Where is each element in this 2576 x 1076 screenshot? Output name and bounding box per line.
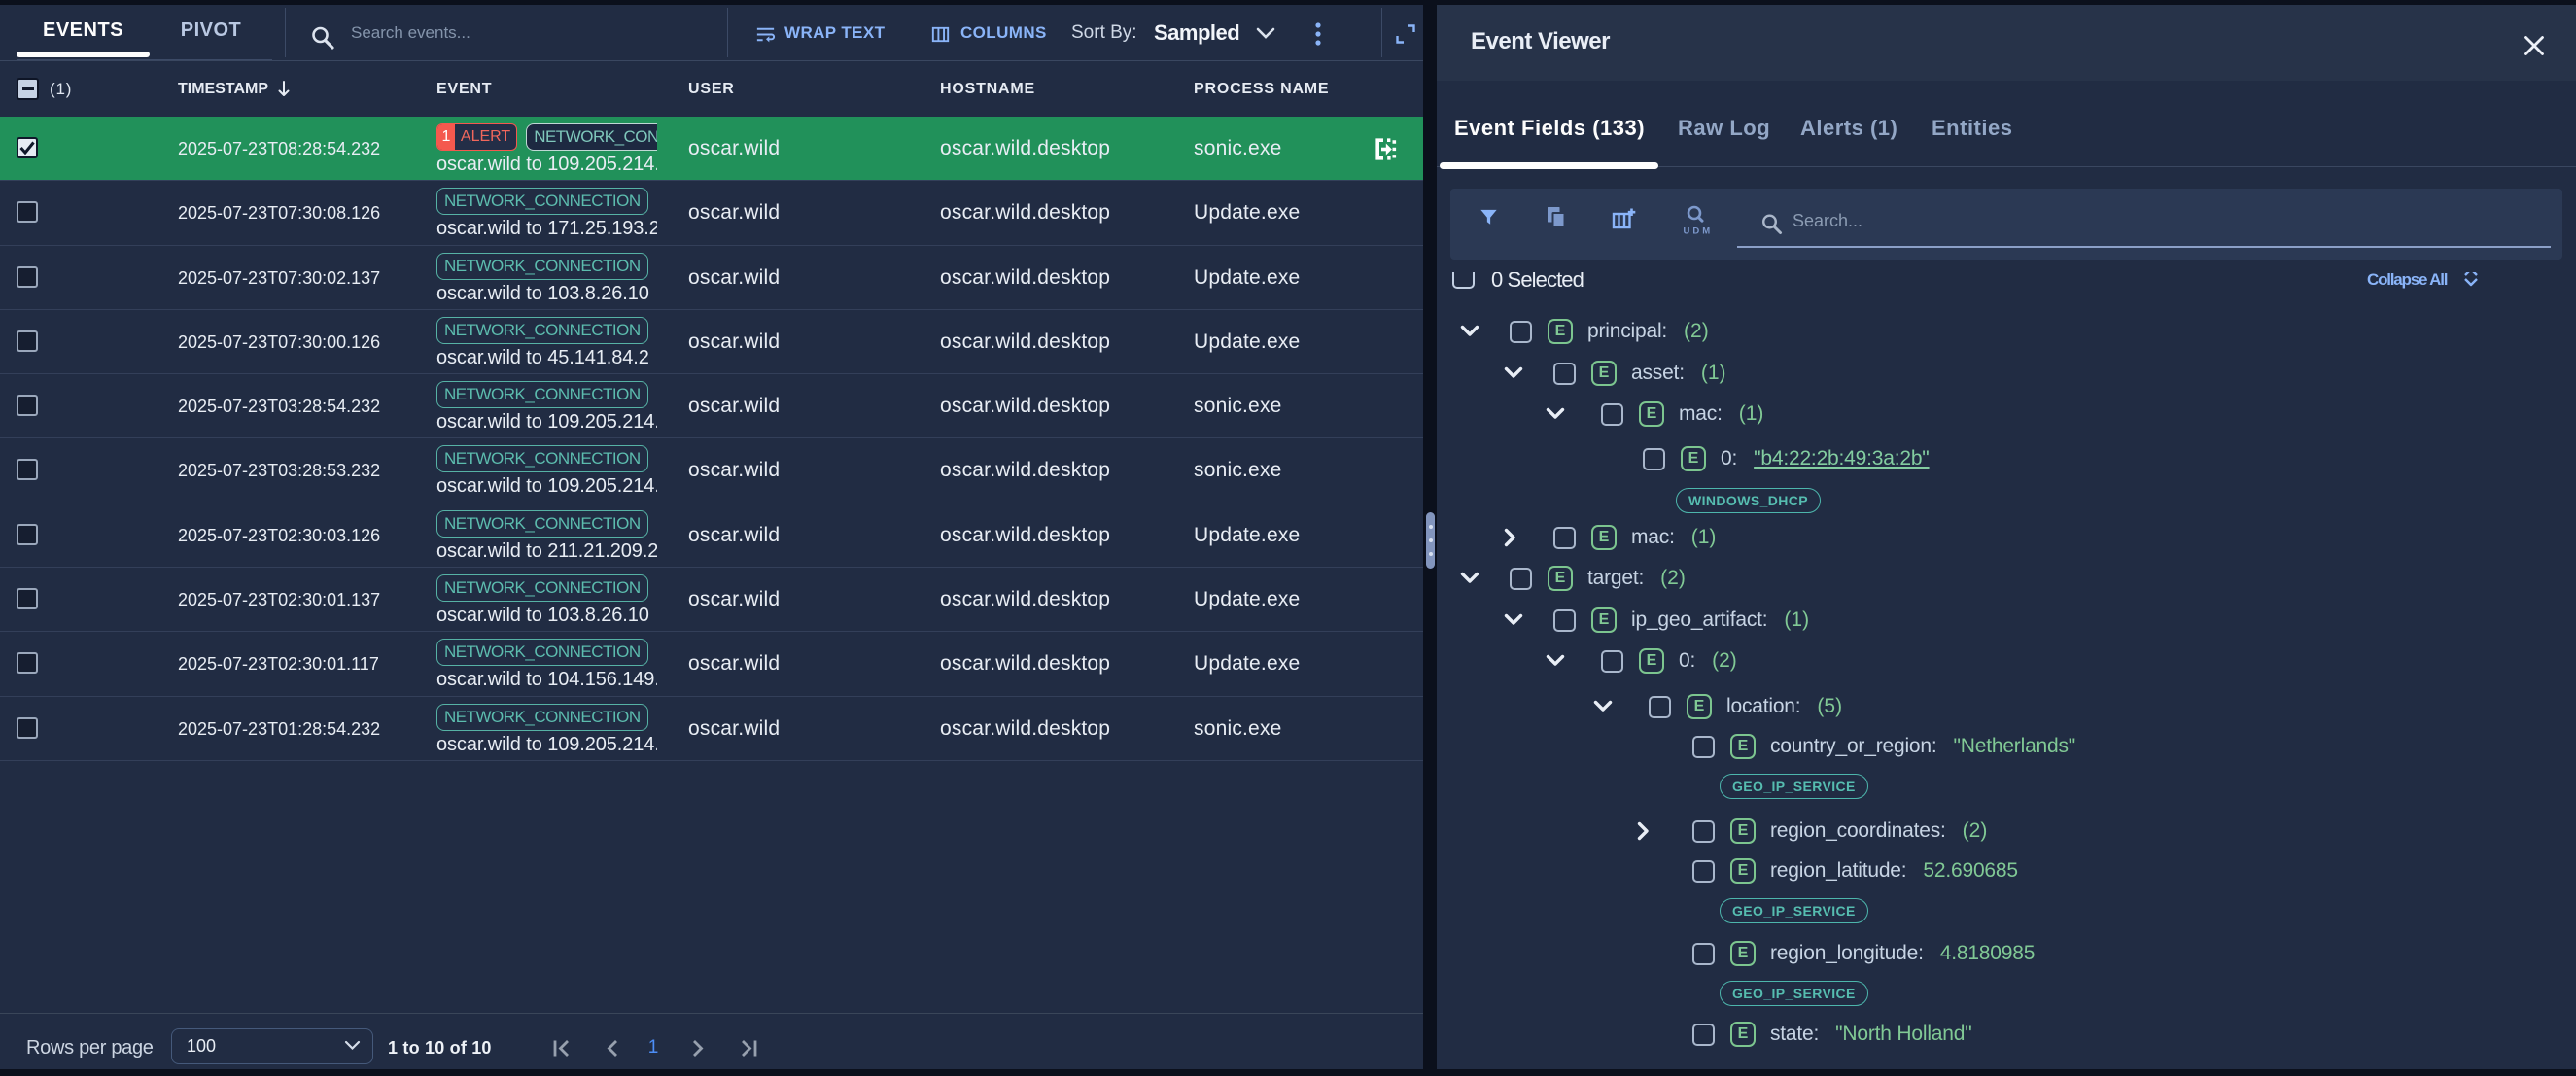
- svg-text:UDM: UDM: [1684, 226, 1714, 237]
